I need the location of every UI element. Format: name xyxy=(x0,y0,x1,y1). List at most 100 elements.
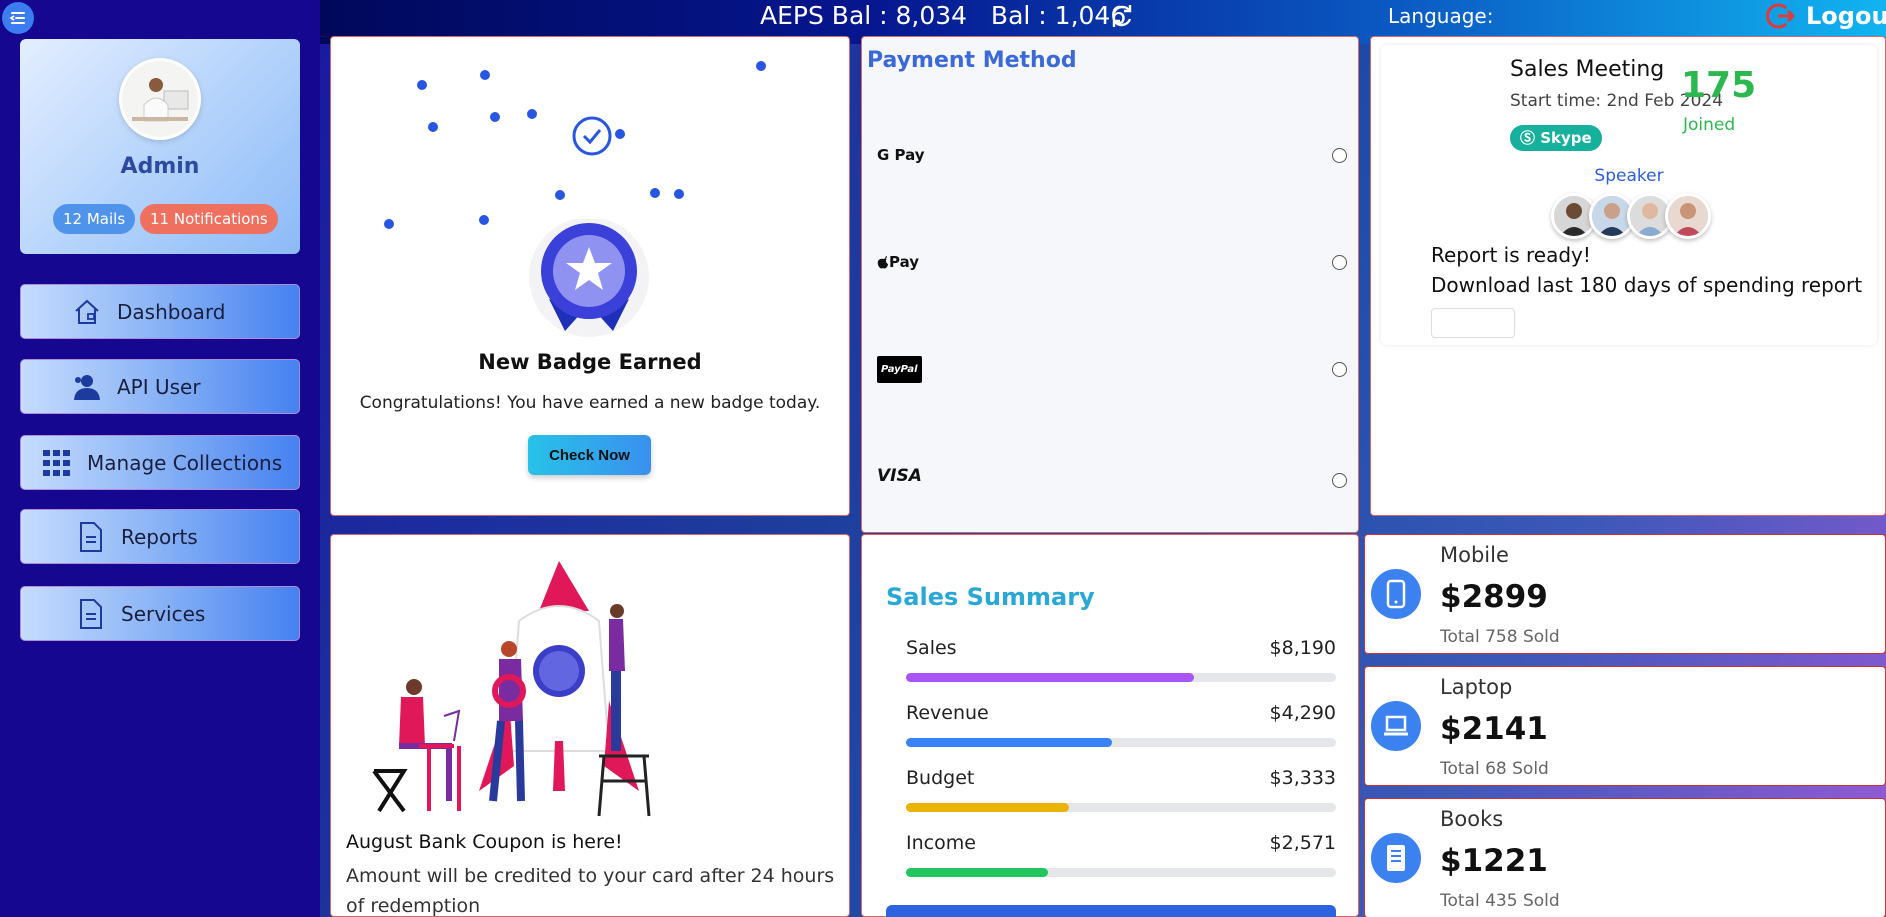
logout-icon xyxy=(1766,3,1796,29)
stat-name: Books xyxy=(1440,807,1504,831)
skype-icon: Ⓢ xyxy=(1520,129,1541,147)
progress-track xyxy=(906,803,1336,812)
document-icon xyxy=(75,598,107,630)
progress-fill xyxy=(906,738,1113,747)
confetti-dot xyxy=(756,61,766,71)
balance-display: AEPS Bal : 8,034 Bal : 1,046 xyxy=(760,1,1127,30)
paypal-logo: PayPal xyxy=(877,352,922,386)
speaker-label: Speaker xyxy=(1594,166,1664,186)
confetti-dot xyxy=(490,112,500,122)
stat-amount: $2899 xyxy=(1440,579,1548,615)
stat-name: Laptop xyxy=(1440,675,1513,699)
sales-row-value: $4,290 xyxy=(1269,702,1336,724)
coupon-title: August Bank Coupon is here! xyxy=(346,831,623,853)
sidebar-item-services[interactable]: Services xyxy=(20,586,300,641)
progress-fill xyxy=(906,673,1195,682)
sidebar-item-reports[interactable]: Reports xyxy=(20,509,300,564)
stat-sold: Total 68 Sold xyxy=(1440,759,1549,779)
download-report-button[interactable] xyxy=(1431,308,1515,338)
coupon-card: August Bank Coupon is here! Amount will … xyxy=(330,534,850,917)
notifications-badge[interactable]: 11 Notifications xyxy=(140,204,278,234)
language-label[interactable]: Language: xyxy=(1388,0,1493,32)
confetti-dot xyxy=(428,122,438,132)
sidebar-item-label: Reports xyxy=(121,524,198,549)
payment-option-applepay[interactable]: Pay xyxy=(877,245,1347,279)
joined-count: 175 xyxy=(1681,65,1757,106)
confetti-dot xyxy=(479,215,489,225)
applepay-radio[interactable] xyxy=(1332,255,1347,270)
sidebar-item-label: Dashboard xyxy=(117,299,226,324)
badge-card: New Badge Earned Congratulations! You ha… xyxy=(330,36,850,516)
report-description: Download last 180 days of spending repor… xyxy=(1431,273,1863,297)
progress-track xyxy=(906,738,1336,747)
stat-card-books: Books $1221 Total 435 Sold xyxy=(1364,798,1886,917)
stat-sold: Total 435 Sold xyxy=(1440,891,1560,911)
user-icon xyxy=(71,371,103,403)
badge-subtitle: Congratulations! You have earned a new b… xyxy=(359,393,821,413)
paypal-radio[interactable] xyxy=(1332,362,1347,377)
badge-medal-icon xyxy=(529,217,649,343)
mobile-icon xyxy=(1371,569,1421,619)
gpay-logo: G Pay xyxy=(877,146,925,164)
sidebar: Admin 12 Mails 11 Notifications Dashboar… xyxy=(0,0,320,917)
home-icon xyxy=(71,296,103,328)
sales-row-label: Income xyxy=(906,832,976,854)
sales-summary-title: Sales Summary xyxy=(886,583,1095,611)
applepay-label: Pay xyxy=(889,253,920,271)
payment-option-visa[interactable]: VISA xyxy=(877,459,1347,493)
joined-label: Joined xyxy=(1683,115,1736,135)
confetti-dot xyxy=(527,109,537,119)
payment-option-gpay[interactable]: G Pay xyxy=(877,138,1347,172)
check-circle-icon xyxy=(571,115,613,161)
avatar[interactable] xyxy=(119,58,201,140)
confetti-dot xyxy=(384,219,394,229)
sales-summary-button[interactable] xyxy=(886,905,1336,917)
document-icon xyxy=(75,521,107,553)
payment-option-paypal[interactable]: PayPal xyxy=(877,352,1347,386)
refresh-icon[interactable] xyxy=(1108,2,1136,30)
sidebar-item-label: Manage Collections xyxy=(87,450,283,475)
gpay-radio[interactable] xyxy=(1332,148,1347,163)
applepay-logo: Pay xyxy=(877,245,919,279)
confetti-dot xyxy=(480,70,490,80)
confetti-dot xyxy=(417,80,427,90)
profile-card: Admin 12 Mails 11 Notifications xyxy=(20,39,300,254)
sales-row-label: Sales xyxy=(906,637,957,659)
progress-track xyxy=(906,673,1336,682)
sales-row-value: $3,333 xyxy=(1269,767,1336,789)
sidebar-item-manage-collections[interactable]: Manage Collections xyxy=(20,435,300,490)
stat-sold: Total 758 Sold xyxy=(1440,627,1560,647)
confetti-dot xyxy=(555,190,565,200)
sales-summary-card: Sales Summary Sales $8,190 Revenue $4,290 Bu… xyxy=(861,534,1359,917)
sidebar-item-dashboard[interactable]: Dashboard xyxy=(20,284,300,339)
confetti-dot xyxy=(615,129,625,139)
skype-badge[interactable]: Ⓢ Skype xyxy=(1510,125,1602,151)
paypal-label: PayPal xyxy=(877,355,922,383)
check-now-button[interactable]: Check Now xyxy=(528,435,651,475)
payment-method-card: Payment Method G Pay Pay PayPal VISA xyxy=(861,36,1359,533)
laptop-icon xyxy=(1371,701,1421,751)
skype-label: Skype xyxy=(1540,129,1592,147)
sales-row-value: $8,190 xyxy=(1269,637,1336,659)
stat-card-mobile: Mobile $2899 Total 758 Sold xyxy=(1364,534,1886,654)
logout-button[interactable]: Logout xyxy=(1766,0,1886,32)
visa-radio[interactable] xyxy=(1332,473,1347,488)
meeting-panel: Sales Meeting Start time: 2nd Feb 2024 1… xyxy=(1381,45,1877,345)
sales-row-value: $2,571 xyxy=(1269,832,1336,854)
stat-name: Mobile xyxy=(1440,543,1509,567)
stat-card-laptop: Laptop $2141 Total 68 Sold xyxy=(1364,666,1886,786)
apple-icon xyxy=(877,256,888,269)
confetti-dot xyxy=(674,189,684,199)
logout-label: Logout xyxy=(1806,2,1886,30)
meeting-title: Sales Meeting xyxy=(1510,57,1665,82)
menu-collapse-icon[interactable] xyxy=(2,2,34,34)
sidebar-item-api-user[interactable]: API User xyxy=(20,359,300,414)
avatar[interactable] xyxy=(1665,193,1711,239)
coupon-description: Amount will be credited to your card aft… xyxy=(346,865,835,917)
sales-row-label: Budget xyxy=(906,767,975,789)
mails-badge[interactable]: 12 Mails xyxy=(53,204,136,234)
visa-logo: VISA xyxy=(877,466,922,486)
grid-icon xyxy=(41,447,73,479)
report-title: Report is ready! xyxy=(1431,243,1591,267)
confetti-dot xyxy=(650,188,660,198)
